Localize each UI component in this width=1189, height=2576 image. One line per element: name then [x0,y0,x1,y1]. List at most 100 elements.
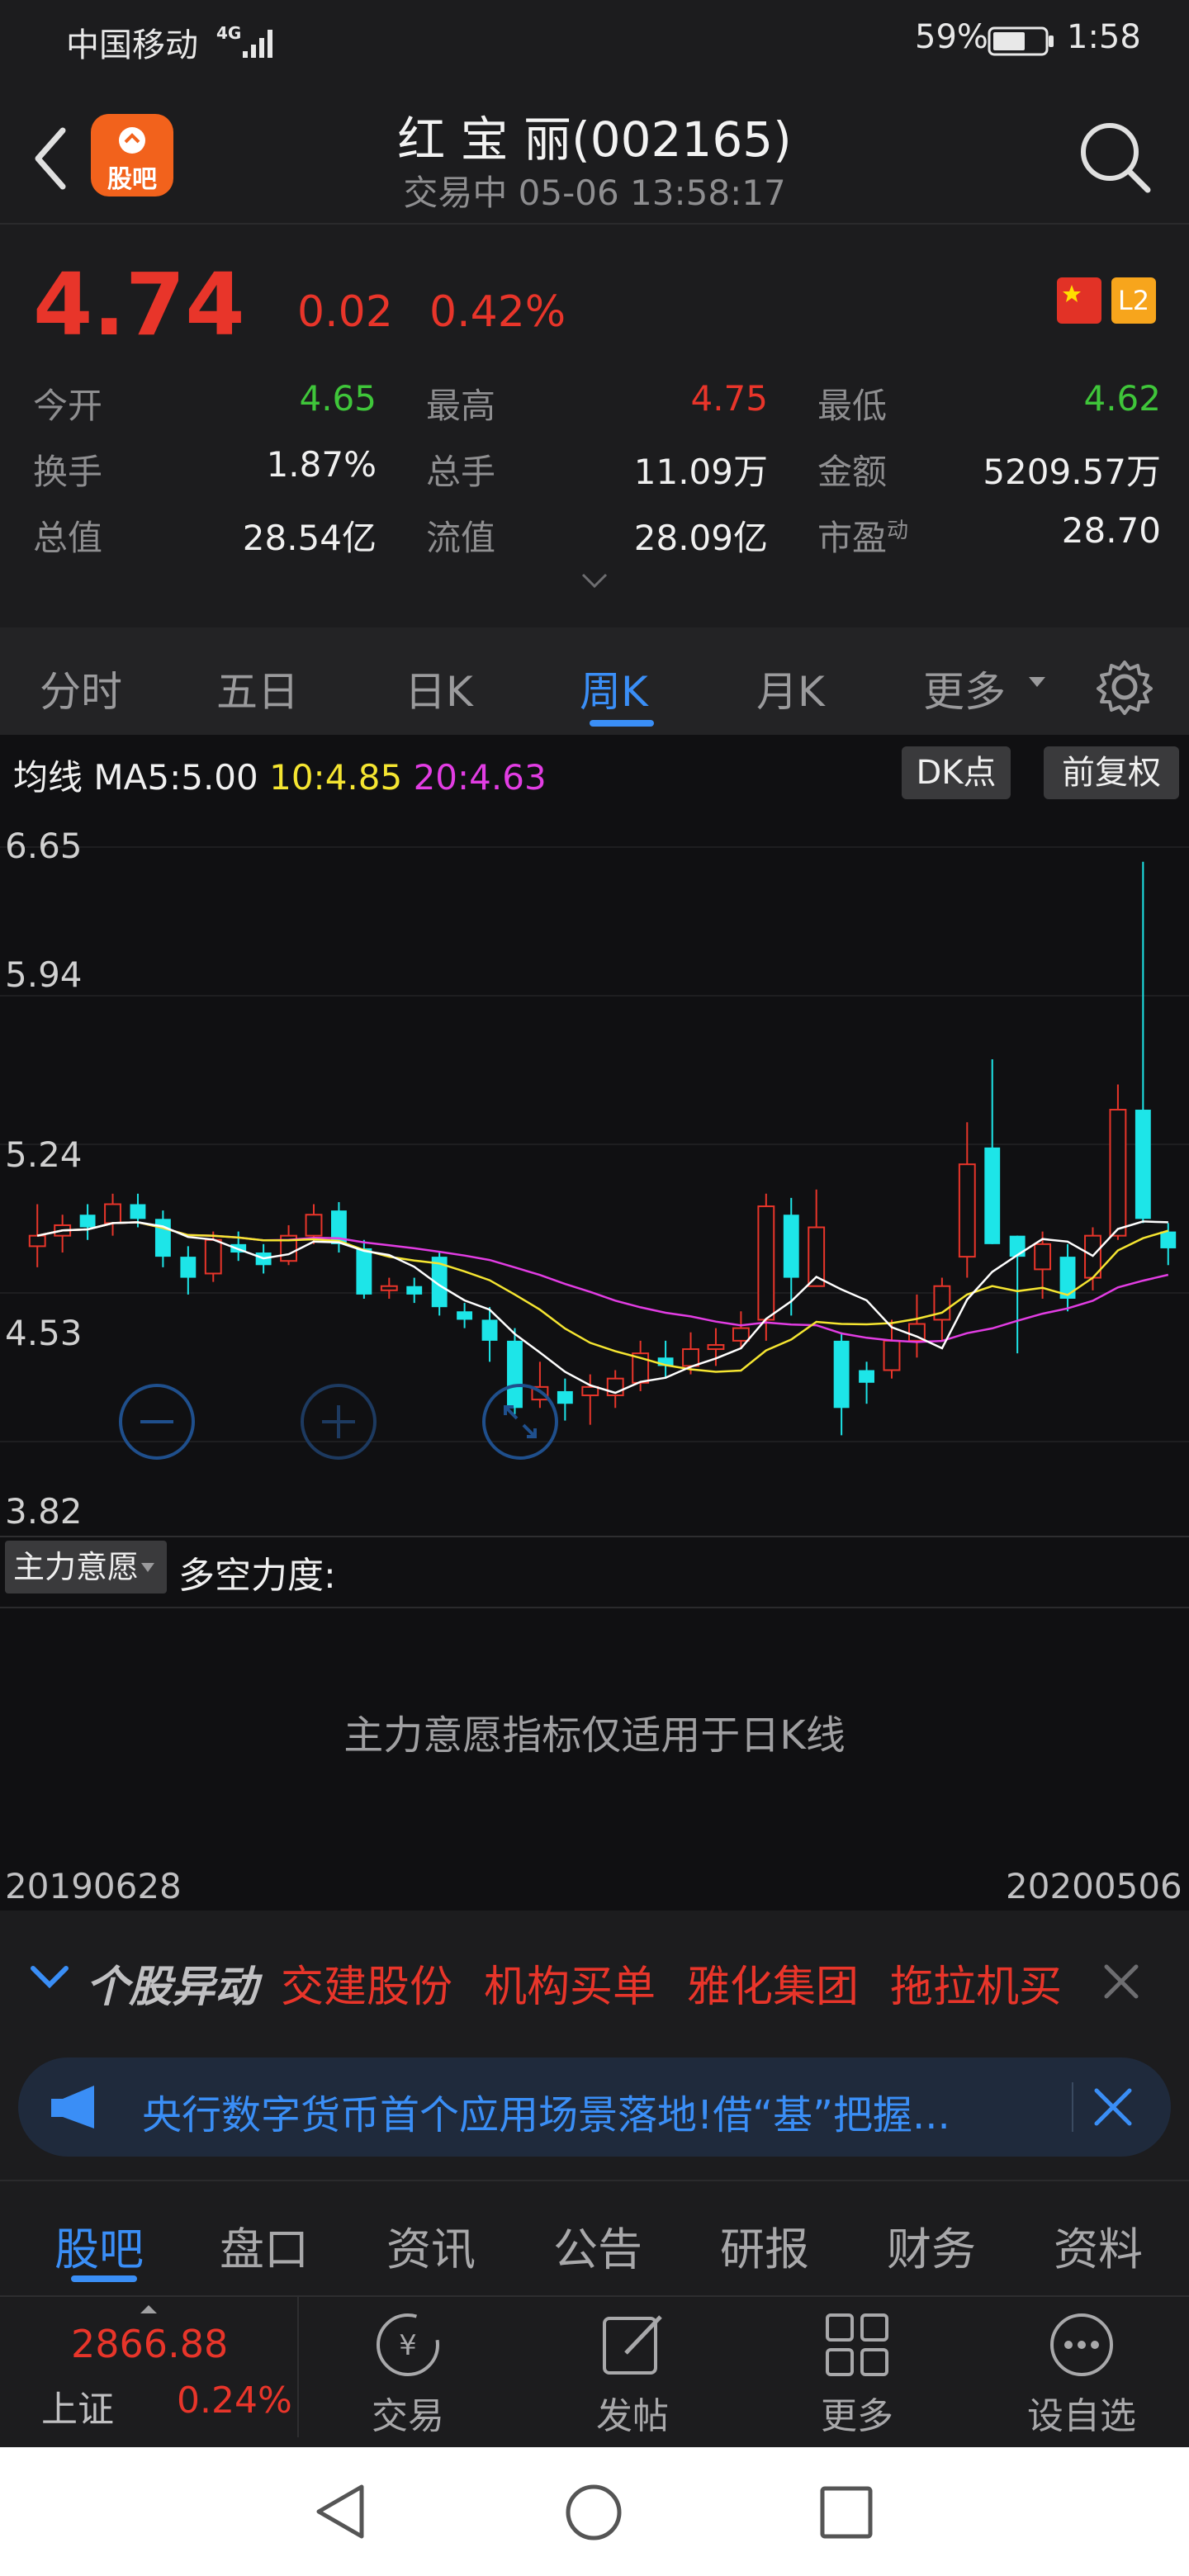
candle-body [28,1234,46,1248]
carrier-label: 中国移动 [66,26,198,64]
tab-announcement[interactable]: 公告 [553,2213,642,2278]
search-icon[interactable] [1077,119,1154,197]
more-button[interactable]: 更多 [775,2295,940,2439]
tab-news[interactable]: 资讯 [386,2213,476,2278]
watchlist-icon [1050,2313,1113,2376]
tab-weekly-k[interactable]: 周K [580,659,648,718]
market-cap-label: 总值 [33,518,103,558]
amount-value: 5209.57万 [983,452,1161,492]
guba-logo[interactable]: 股吧 [91,114,173,197]
zoom-out-icon[interactable] [117,1382,197,1461]
candle-body [581,1385,599,1397]
tab-monthly-k[interactable]: 月K [756,659,825,718]
start-date: 20190628 [5,1866,182,1906]
app-root: 中国移动 4G 59% 1:58 股吧 红 宝 丽(002165) 交易中 05… [0,0,1189,2576]
system-home-icon[interactable] [563,2482,624,2543]
zoom-in-icon[interactable] [299,1382,378,1461]
candle-body [356,1248,372,1295]
l2-badge[interactable]: L2 [1111,277,1156,324]
footer-divider [297,2297,299,2437]
candle-body [305,1214,323,1237]
dropdown-caret-icon [1029,677,1045,687]
price-change: 0.02 [297,287,393,337]
candle-body [104,1203,121,1224]
nav-bar: 股吧 红 宝 丽(002165) 交易中 05-06 13:58:17 [0,83,1189,223]
grid-icon [826,2313,888,2376]
tab-profile[interactable]: 资料 [1054,2213,1143,2278]
high-value: 4.75 [690,378,768,419]
candle-body [1109,1109,1127,1237]
expand-chevron-icon[interactable] [580,571,609,591]
index-value[interactable]: 2866.88 [71,2322,228,2366]
ma-label: 均线 [13,757,83,798]
ticker-item[interactable]: 雅化集团 [687,1952,859,2014]
indicator-title: 多空力度: [178,1555,336,1597]
candle-body [958,1163,976,1258]
pe-label-text: 市盈 [817,518,888,558]
candle [1135,861,1151,1224]
candle [783,1197,799,1316]
candle-body [833,1340,850,1409]
system-recents-icon[interactable] [817,2484,875,2541]
candle [606,1370,624,1409]
candle-body [204,1238,222,1275]
date-range-bar: 20190628 20200506 [0,1853,1189,1911]
candle [908,1294,926,1358]
candle [154,1210,171,1267]
ma20-value: 20:4.63 [413,757,547,798]
ticker-item[interactable]: 机构买单 [484,1952,656,2014]
low-label: 最低 [817,386,888,426]
pe-label-sup: 动 [887,519,909,543]
tab-more[interactable]: 更多 [923,659,1006,718]
system-back-icon[interactable] [312,2482,370,2541]
index-change: 0.24% [177,2379,292,2422]
tab-orderbook[interactable]: 盘口 [220,2213,309,2278]
candle-body [1034,1243,1052,1271]
turnover-label: 换手 [33,452,103,492]
candle [79,1204,96,1240]
candle-body [1135,1110,1151,1219]
index-up-caret-icon [140,2305,157,2313]
close-icon[interactable] [1103,1963,1139,2000]
tab-intraday[interactable]: 分时 [40,659,122,718]
trade-status: 交易中 05-06 13:58:17 [403,173,786,213]
tab-five-day[interactable]: 五日 [216,659,299,718]
battery-percent: 59% [915,18,988,56]
more-label: 更多 [821,2395,893,2437]
tab-finance[interactable]: 财务 [887,2213,976,2278]
tab-guba[interactable]: 股吧 [54,2213,144,2278]
announcement-banner[interactable]: 央行数字货币首个应用场景落地!借“基”把握... [18,2057,1171,2157]
back-arrow-icon[interactable] [30,125,71,192]
candle-body [984,1147,1001,1244]
banner-close-icon[interactable] [1093,2087,1133,2127]
watchlist-button[interactable]: 设自选 [999,2295,1164,2439]
trade-button[interactable]: ¥ 交易 [325,2295,490,2439]
candle [457,1303,473,1328]
turnover-value: 1.87% [266,444,377,485]
quote-panel: 4.74 0.02 0.42% L2 今开 4.65 最高 4.75 最低 4.… [0,223,1189,611]
candle-body [380,1285,398,1291]
candle [1009,1235,1026,1354]
adjust-button[interactable]: 前复权 [1044,746,1179,799]
collapse-chevron-icon[interactable] [30,1965,69,1990]
indicator-caret-icon [141,1563,154,1572]
watchlist-label: 设自选 [1027,2395,1136,2437]
tab-daily-k[interactable]: 日K [405,659,473,718]
index-name: 上证 [41,2389,114,2431]
ticker-item[interactable]: 交建股份 [281,1952,452,2014]
ticker-item[interactable]: 拖拉机买 [890,1952,1062,2014]
y-tick-label: 5.24 [5,1134,83,1175]
high-label: 最高 [426,386,496,426]
guba-logo-icon [119,127,145,154]
tab-active-indicator [590,720,654,727]
y-tick-label: 6.65 [5,826,83,866]
end-date: 20200506 [1006,1866,1182,1906]
settings-gear-icon[interactable] [1095,657,1154,717]
post-button[interactable]: 发帖 [550,2295,715,2439]
fullscreen-icon[interactable] [481,1382,560,1461]
candlestick-chart[interactable] [0,814,1189,1475]
tab-research[interactable]: 研报 [720,2213,809,2278]
dk-point-button[interactable]: DK点 [902,746,1011,799]
indicator-select-label: 主力意愿 [13,1549,140,1585]
signal-icon [243,30,272,58]
